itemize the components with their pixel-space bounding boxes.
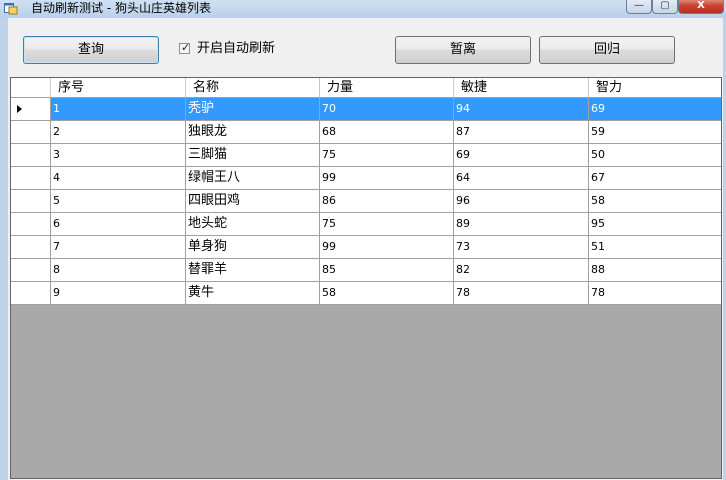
cell-agility[interactable]: 78 — [454, 282, 589, 305]
cell-id[interactable]: 5 — [51, 190, 186, 213]
cell-intellect[interactable]: 69 — [589, 98, 721, 121]
cell-strength[interactable]: 68 — [320, 121, 454, 144]
cell-strength[interactable]: 85 — [320, 259, 454, 282]
cell-name[interactable]: 四眼田鸡 — [186, 190, 320, 213]
row-header[interactable] — [11, 144, 51, 167]
cell-strength[interactable]: 58 — [320, 282, 454, 305]
cell-id[interactable]: 3 — [51, 144, 186, 167]
auto-refresh-checkbox-box[interactable]: ✓ — [179, 41, 191, 54]
header-corner[interactable] — [11, 78, 51, 98]
cell-agility[interactable]: 82 — [454, 259, 589, 282]
cell-strength[interactable]: 86 — [320, 190, 454, 213]
cell-intellect[interactable]: 51 — [589, 236, 721, 259]
cell-id[interactable]: 1 — [51, 98, 186, 121]
close-button[interactable]: X — [678, 0, 724, 14]
window-frame-left — [0, 18, 8, 480]
cell-strength[interactable]: 99 — [320, 236, 454, 259]
cell-id[interactable]: 9 — [51, 282, 186, 305]
row-header[interactable] — [11, 190, 51, 213]
cell-id[interactable]: 2 — [51, 121, 186, 144]
row-header[interactable] — [11, 282, 51, 305]
cell-strength[interactable]: 75 — [320, 144, 454, 167]
cell-intellect[interactable]: 78 — [589, 282, 721, 305]
cell-id[interactable]: 8 — [51, 259, 186, 282]
table-row[interactable]: 2 独眼龙 68 87 59 — [11, 121, 721, 144]
cell-agility[interactable]: 73 — [454, 236, 589, 259]
auto-refresh-label: 开启自动刷新 — [197, 41, 276, 56]
cell-id[interactable]: 6 — [51, 213, 186, 236]
cell-id[interactable]: 4 — [51, 167, 186, 190]
column-header-intellect[interactable]: 智力 — [589, 78, 721, 98]
row-header[interactable] — [11, 213, 51, 236]
row-header[interactable] — [11, 98, 51, 121]
column-header-name[interactable]: 名称 — [186, 78, 320, 98]
cell-name[interactable]: 秃驴 — [186, 98, 320, 121]
table-row[interactable]: 5 四眼田鸡 86 96 58 — [11, 190, 721, 213]
hero-data-grid[interactable]: 序号 名称 力量 敏捷 智力 1 秃驴 70 94 69 2 独眼龙 68 87 59 3 三脚猫 75 69 50… — [10, 77, 722, 479]
cell-agility[interactable]: 94 — [454, 98, 589, 121]
table-row[interactable]: 3 三脚猫 75 69 50 — [11, 144, 721, 167]
check-icon: ✓ — [181, 41, 191, 54]
column-header-strength[interactable]: 力量 — [320, 78, 454, 98]
column-header-agility[interactable]: 敏捷 — [454, 78, 589, 98]
table-row[interactable]: 7 单身狗 99 73 51 — [11, 236, 721, 259]
row-header[interactable] — [11, 236, 51, 259]
title-bar[interactable]: 自动刷新测试 - 狗头山庄英雄列表 — ▢ X — [0, 0, 726, 18]
leave-button[interactable]: 暂离 — [395, 36, 531, 64]
table-row[interactable]: 8 替罪羊 85 82 88 — [11, 259, 721, 282]
cell-intellect[interactable]: 67 — [589, 167, 721, 190]
return-button[interactable]: 回归 — [539, 36, 675, 64]
column-header-id[interactable]: 序号 — [51, 78, 186, 98]
cell-name[interactable]: 替罪羊 — [186, 259, 320, 282]
cell-intellect[interactable]: 50 — [589, 144, 721, 167]
cell-name[interactable]: 独眼龙 — [186, 121, 320, 144]
app-icon — [4, 3, 18, 15]
cell-agility[interactable]: 69 — [454, 144, 589, 167]
row-header[interactable] — [11, 259, 51, 282]
cell-id[interactable]: 7 — [51, 236, 186, 259]
cell-name[interactable]: 三脚猫 — [186, 144, 320, 167]
cell-name[interactable]: 单身狗 — [186, 236, 320, 259]
cell-intellect[interactable]: 59 — [589, 121, 721, 144]
cell-name[interactable]: 地头蛇 — [186, 213, 320, 236]
grid-header-row: 序号 名称 力量 敏捷 智力 — [11, 78, 721, 98]
cell-name[interactable]: 绿帽王八 — [186, 167, 320, 190]
table-row[interactable]: 1 秃驴 70 94 69 — [11, 98, 721, 121]
maximize-button[interactable]: ▢ — [652, 0, 678, 14]
close-icon: X — [697, 0, 705, 11]
cell-strength[interactable]: 99 — [320, 167, 454, 190]
row-header[interactable] — [11, 121, 51, 144]
query-button[interactable]: 查询 — [23, 36, 159, 64]
table-row[interactable]: 9 黄牛 58 78 78 — [11, 282, 721, 305]
form-client-area: 查询 ✓ 开启自动刷新 暂离 回归 序号 名称 力量 敏捷 智力 1 秃驴 70 94 69 2 独… — [8, 18, 723, 480]
current-row-arrow-icon — [17, 105, 22, 113]
cell-agility[interactable]: 89 — [454, 213, 589, 236]
cell-agility[interactable]: 64 — [454, 167, 589, 190]
table-row[interactable]: 6 地头蛇 75 89 95 — [11, 213, 721, 236]
minimize-icon: — — [634, 0, 644, 11]
cell-intellect[interactable]: 95 — [589, 213, 721, 236]
cell-agility[interactable]: 87 — [454, 121, 589, 144]
cell-intellect[interactable]: 58 — [589, 190, 721, 213]
minimize-button[interactable]: — — [626, 0, 652, 14]
cell-strength[interactable]: 75 — [320, 213, 454, 236]
cell-agility[interactable]: 96 — [454, 190, 589, 213]
cell-strength[interactable]: 70 — [320, 98, 454, 121]
cell-intellect[interactable]: 88 — [589, 259, 721, 282]
row-header[interactable] — [11, 167, 51, 190]
table-row[interactable]: 4 绿帽王八 99 64 67 — [11, 167, 721, 190]
window-title: 自动刷新测试 - 狗头山庄英雄列表 — [31, 1, 211, 15]
maximize-icon: ▢ — [660, 0, 670, 11]
cell-name[interactable]: 黄牛 — [186, 282, 320, 305]
